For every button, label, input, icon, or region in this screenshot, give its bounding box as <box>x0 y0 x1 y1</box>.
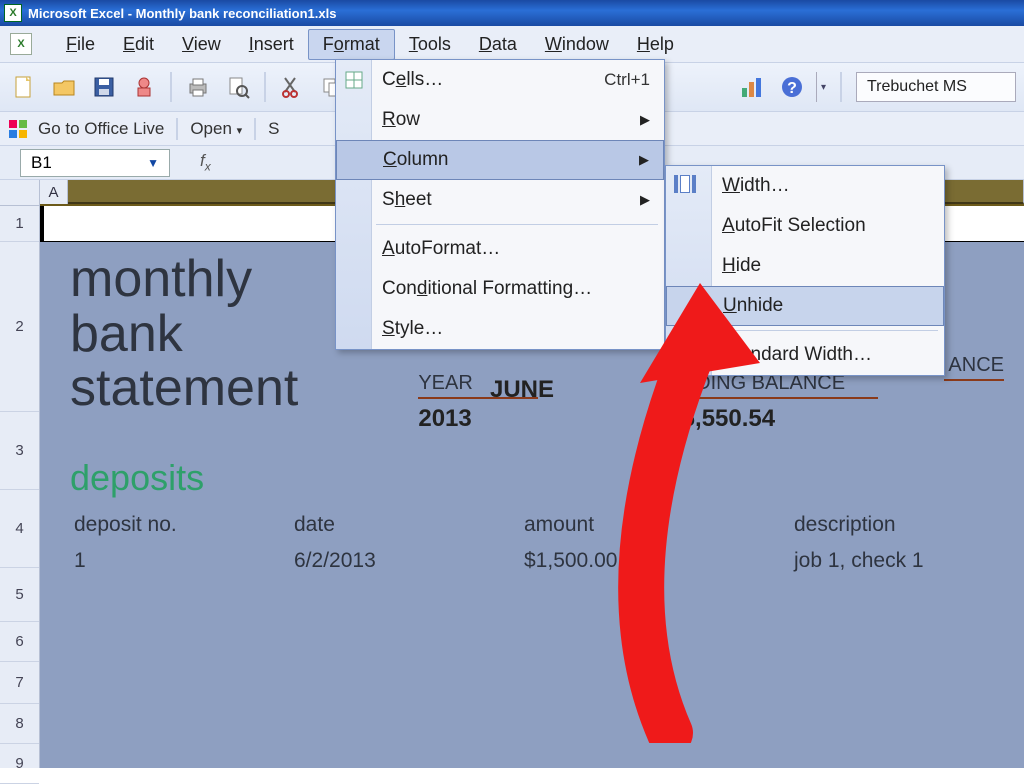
toolbar-separator <box>176 118 178 140</box>
column-header-a[interactable]: A <box>40 180 68 204</box>
ending-balance-label: ENDING BALANCE <box>668 372 878 399</box>
app-icon[interactable]: X <box>10 33 32 55</box>
name-box[interactable]: B1 ▼ <box>20 149 170 177</box>
td-no: 1 <box>70 543 290 579</box>
toolbar-separator <box>840 72 842 102</box>
permission-icon[interactable] <box>128 71 160 103</box>
submenu-item-hide[interactable]: Hide <box>666 246 944 286</box>
td-desc: job 1, check 1 <box>790 543 994 579</box>
submenu-arrow-icon: ▶ <box>640 192 650 208</box>
chevron-down-icon[interactable]: ▼ <box>147 156 159 170</box>
submenu-item-unhide[interactable]: Unhide <box>666 286 944 326</box>
menu-tools[interactable]: Tools <box>395 30 465 59</box>
toolbar-overflow[interactable]: ▾ <box>816 72 830 102</box>
td-date: 6/2/2013 <box>290 543 520 579</box>
menu-item-sheet[interactable]: Sheet▶ <box>336 180 664 220</box>
menu-help[interactable]: Help <box>623 30 688 59</box>
row-header-8[interactable]: 8 <box>0 704 39 744</box>
menu-bar: X File Edit View Insert Format Tools Dat… <box>0 26 1024 62</box>
th-deposit-no: deposit no. <box>70 507 290 543</box>
print-preview-icon[interactable] <box>222 71 254 103</box>
office-live-go[interactable]: Go to Office Live <box>38 119 164 139</box>
menu-window[interactable]: Window <box>531 30 623 59</box>
row-header-5[interactable]: 5 <box>0 568 39 622</box>
row-header-1[interactable]: 1 <box>0 206 39 242</box>
font-name-value: Trebuchet MS <box>867 78 967 96</box>
format-menu-dropdown: Cells…Ctrl+1 Row▶ Column▶ Sheet▶ AutoFor… <box>335 59 665 350</box>
save-icon[interactable] <box>88 71 120 103</box>
office-live-open[interactable]: Open ▾ <box>190 119 242 139</box>
menu-separator <box>376 224 658 225</box>
cells-icon <box>342 68 366 92</box>
th-amount: amount <box>520 507 790 543</box>
menu-edit[interactable]: Edit <box>109 30 168 59</box>
excel-icon: X <box>4 4 22 22</box>
deposits-heading: deposits <box>70 457 994 499</box>
help-icon[interactable]: ? <box>776 71 808 103</box>
deposits-table: deposit no. date amount description 1 6/… <box>70 507 994 579</box>
menu-item-conditional-formatting[interactable]: Conditional Formatting… <box>336 269 664 309</box>
fx-label[interactable]: fx <box>200 151 211 173</box>
month-value-partial: JUNE <box>490 376 554 404</box>
menu-item-cells[interactable]: Cells…Ctrl+1 <box>336 60 664 100</box>
window-title: Microsoft Excel - Monthly bank reconcili… <box>28 6 336 21</box>
cells-shortcut: Ctrl+1 <box>604 70 650 90</box>
submenu-arrow-icon: ▶ <box>639 152 649 168</box>
svg-text:?: ? <box>787 80 797 97</box>
menu-item-style[interactable]: Style… <box>336 309 664 349</box>
menu-data[interactable]: Data <box>465 30 531 59</box>
column-submenu: Width… AutoFit Selection Hide Unhide Sta… <box>665 165 945 376</box>
balance-label-partial: ANCE <box>944 354 1004 381</box>
submenu-item-width[interactable]: Width… <box>666 166 944 206</box>
menu-item-row[interactable]: Row▶ <box>336 100 664 140</box>
new-icon[interactable] <box>8 71 40 103</box>
menu-format[interactable]: Format <box>308 29 395 60</box>
menu-item-autoformat[interactable]: AutoFormat… <box>336 229 664 269</box>
cut-icon[interactable] <box>276 71 308 103</box>
menu-item-column[interactable]: Column▶ <box>336 140 664 180</box>
row-header-9[interactable]: 9 <box>0 744 39 784</box>
doc-title-line1: monthly <box>70 252 298 307</box>
select-all-corner[interactable] <box>0 180 39 206</box>
doc-title-line3: statement <box>70 361 298 416</box>
office-live-save-truncated[interactable]: S <box>268 119 279 139</box>
td-amount: $1,500.00 <box>520 543 790 579</box>
title-bar: X Microsoft Excel - Monthly bank reconci… <box>0 0 1024 26</box>
toolbar-separator <box>170 72 172 102</box>
chart-icon[interactable] <box>736 71 768 103</box>
font-name-box[interactable]: Trebuchet MS <box>856 72 1016 102</box>
row-header-2[interactable]: 2 <box>0 242 39 412</box>
column-width-icon <box>674 175 704 197</box>
year-value: 2013 <box>418 405 538 433</box>
doc-title-line2: bank <box>70 307 298 362</box>
print-icon[interactable] <box>182 71 214 103</box>
office-live-icon <box>8 119 28 139</box>
menu-separator <box>716 330 938 331</box>
open-icon[interactable] <box>48 71 80 103</box>
toolbar-separator <box>264 72 266 102</box>
table-row: 1 6/2/2013 $1,500.00 job 1, check 1 <box>70 543 994 579</box>
menu-file[interactable]: File <box>52 30 109 59</box>
submenu-arrow-icon: ▶ <box>640 112 650 128</box>
name-box-value: B1 <box>31 153 52 173</box>
th-description: description <box>790 507 994 543</box>
row-headers: 1 2 3 4 5 6 7 8 9 <box>0 180 40 768</box>
toolbar-separator <box>254 118 256 140</box>
menu-insert[interactable]: Insert <box>235 30 308 59</box>
th-date: date <box>290 507 520 543</box>
row-header-3[interactable]: 3 <box>0 412 39 490</box>
row-header-4[interactable]: 4 <box>0 490 39 568</box>
ending-balance-value: $6,550.54 <box>668 405 878 433</box>
row-header-7[interactable]: 7 <box>0 662 39 704</box>
row-header-6[interactable]: 6 <box>0 622 39 662</box>
menu-view[interactable]: View <box>168 30 235 59</box>
submenu-item-standard-width[interactable]: Standard Width… <box>666 335 944 375</box>
submenu-item-autofit[interactable]: AutoFit Selection <box>666 206 944 246</box>
